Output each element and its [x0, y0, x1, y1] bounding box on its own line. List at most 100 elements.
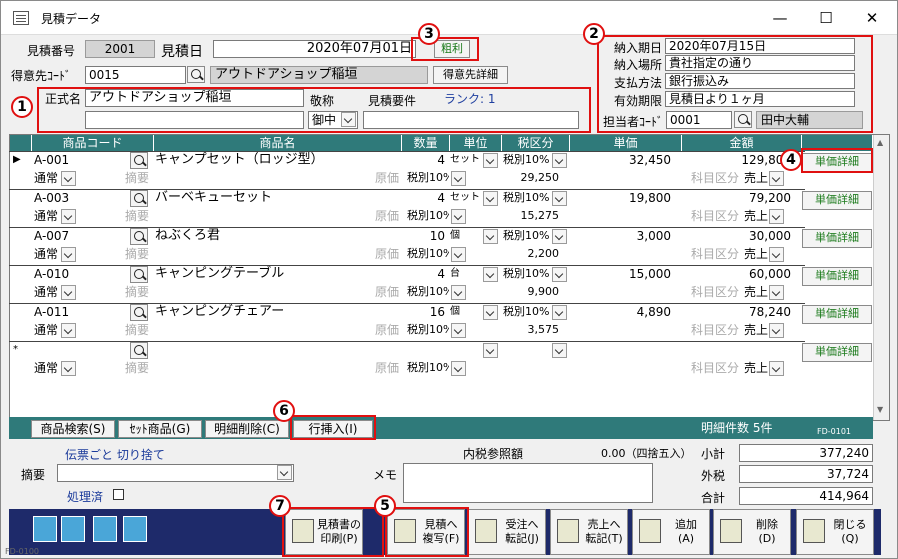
tax-class[interactable]: 税別10% — [501, 152, 551, 168]
sales-dropdown-icon[interactable] — [769, 285, 784, 300]
sales-dropdown-icon[interactable] — [769, 209, 784, 224]
scroll-up-icon[interactable]: ▲ — [877, 138, 883, 147]
amount[interactable]: 60,000 — [683, 266, 793, 282]
unit-price[interactable]: 32,450 — [571, 152, 673, 168]
add-button[interactable]: 追加 (A) — [632, 509, 710, 555]
customer-search-icon[interactable] — [187, 66, 205, 83]
product-search-icon[interactable] — [130, 152, 148, 169]
sales-dropdown-icon[interactable] — [769, 323, 784, 338]
tax-dropdown-icon[interactable] — [552, 191, 567, 206]
unit-detail-button[interactable]: 単価詳細 — [802, 343, 872, 362]
product-code[interactable]: A-007 — [32, 228, 127, 244]
amount[interactable]: 30,000 — [683, 228, 793, 244]
unit-detail-button[interactable]: 単価詳細 — [802, 267, 872, 286]
sales-class[interactable]: 売上 — [742, 170, 772, 186]
unit[interactable]: 個 — [448, 304, 482, 320]
cost-tax-dropdown-icon[interactable] — [451, 247, 466, 262]
type-dropdown-icon[interactable] — [61, 323, 76, 338]
unit-price[interactable]: 19,800 — [571, 190, 673, 206]
customer-detail-button[interactable]: 得意先詳細 — [433, 66, 508, 84]
amount[interactable]: 129,800 — [683, 152, 793, 168]
product-code[interactable]: A-001 — [32, 152, 127, 168]
tax-class[interactable]: 税別10% — [501, 190, 551, 206]
maximize-button[interactable]: ☐ — [803, 1, 849, 35]
unit-detail-button[interactable]: 単価詳細 — [802, 191, 872, 210]
product-code[interactable]: A-010 — [32, 266, 127, 282]
product-name[interactable]: キャンプセット（ロッジ型） — [153, 152, 399, 168]
quantity[interactable]: 4 — [403, 266, 447, 282]
unit[interactable]: セット — [448, 190, 482, 206]
sales-class[interactable]: 売上 — [742, 208, 772, 224]
tax-class[interactable]: 税別10% — [501, 304, 551, 320]
unit-dropdown-icon[interactable] — [483, 267, 498, 282]
cost-tax-dropdown-icon[interactable] — [451, 361, 466, 376]
sales-dropdown-icon[interactable] — [769, 361, 784, 376]
unit-detail-button[interactable]: 単価詳細 — [802, 305, 872, 324]
product-code[interactable]: A-003 — [32, 190, 127, 206]
tax-dropdown-icon[interactable] — [552, 343, 567, 358]
cost-tax-dropdown-icon[interactable] — [451, 285, 466, 300]
product-search-icon[interactable] — [130, 304, 148, 321]
tax-dropdown-icon[interactable] — [552, 229, 567, 244]
product-search-icon[interactable] — [130, 266, 148, 283]
product-search-icon[interactable] — [130, 228, 148, 245]
product-search-icon[interactable] — [130, 190, 148, 207]
unit[interactable]: 個 — [448, 228, 482, 244]
type-dropdown-icon[interactable] — [61, 171, 76, 186]
first-record-icon[interactable] — [33, 516, 57, 542]
close-button[interactable]: 閉じる (Q) — [796, 509, 874, 555]
unit[interactable]: 台 — [448, 266, 482, 282]
amount[interactable]: 78,240 — [683, 304, 793, 320]
grid-scrollbar[interactable]: ▲ ▼ — [873, 135, 889, 420]
type-dropdown-icon[interactable] — [61, 247, 76, 262]
tax-dropdown-icon[interactable] — [552, 267, 567, 282]
product-name[interactable]: キャンピングチェアー — [153, 304, 399, 320]
unit-dropdown-icon[interactable] — [483, 191, 498, 206]
last-record-icon[interactable] — [123, 516, 147, 542]
next-record-icon[interactable] — [93, 516, 117, 542]
product-name[interactable]: バーベキューセット — [153, 190, 399, 206]
type-dropdown-icon[interactable] — [61, 209, 76, 224]
cost-tax-dropdown-icon[interactable] — [451, 323, 466, 338]
tax-dropdown-icon[interactable] — [552, 305, 567, 320]
cost-tax-dropdown-icon[interactable] — [451, 171, 466, 186]
memo-summary-select[interactable] — [57, 464, 294, 482]
unit-dropdown-icon[interactable] — [483, 153, 498, 168]
transfer-to-order-button[interactable]: 受注へ 転記(J) — [468, 509, 546, 555]
minimize-button[interactable]: — — [757, 1, 803, 35]
unit-dropdown-icon[interactable] — [483, 305, 498, 320]
row-selector[interactable]: ▶ — [11, 152, 29, 168]
customer-code-field[interactable]: 0015 — [85, 66, 186, 84]
close-window-button[interactable]: ✕ — [849, 1, 895, 35]
sales-class[interactable]: 売上 — [742, 246, 772, 262]
scroll-down-icon[interactable]: ▼ — [877, 405, 883, 414]
tax-class[interactable]: 税別10% — [501, 266, 551, 282]
prev-record-icon[interactable] — [61, 516, 85, 542]
sales-class[interactable]: 売上 — [742, 322, 772, 338]
cost-tax-dropdown-icon[interactable] — [451, 209, 466, 224]
row-selector[interactable]: * — [11, 342, 29, 358]
unit-dropdown-icon[interactable] — [483, 229, 498, 244]
delete-button[interactable]: 削除 (D) — [713, 509, 791, 555]
unit[interactable]: セット — [448, 152, 482, 168]
product-search-button[interactable]: 商品検索(S) — [31, 420, 115, 438]
type-dropdown-icon[interactable] — [61, 285, 76, 300]
sales-class[interactable]: 売上 — [742, 360, 772, 376]
delete-line-button[interactable]: 明細削除(C) — [205, 420, 289, 438]
sales-dropdown-icon[interactable] — [769, 247, 784, 262]
processed-checkbox[interactable] — [113, 489, 124, 500]
memo-textarea[interactable] — [403, 463, 653, 503]
quote-date-field[interactable]: 2020年07月01日 — [213, 40, 416, 58]
sales-dropdown-icon[interactable] — [769, 171, 784, 186]
set-product-button[interactable]: ｾｯﾄ商品(G) — [118, 420, 202, 438]
sales-class[interactable]: 売上 — [742, 284, 772, 300]
transfer-to-sales-button[interactable]: 売上へ 転記(T) — [550, 509, 628, 555]
memo-summary-dropdown-icon[interactable] — [277, 465, 292, 480]
product-name[interactable]: ねぶくろ君 — [153, 228, 399, 244]
quantity[interactable]: 10 — [403, 228, 447, 244]
type-dropdown-icon[interactable] — [61, 361, 76, 376]
tax-dropdown-icon[interactable] — [552, 153, 567, 168]
quantity[interactable]: 4 — [403, 190, 447, 206]
tax-class[interactable]: 税別10% — [501, 228, 551, 244]
quote-no-field[interactable]: 2001 — [85, 40, 155, 58]
